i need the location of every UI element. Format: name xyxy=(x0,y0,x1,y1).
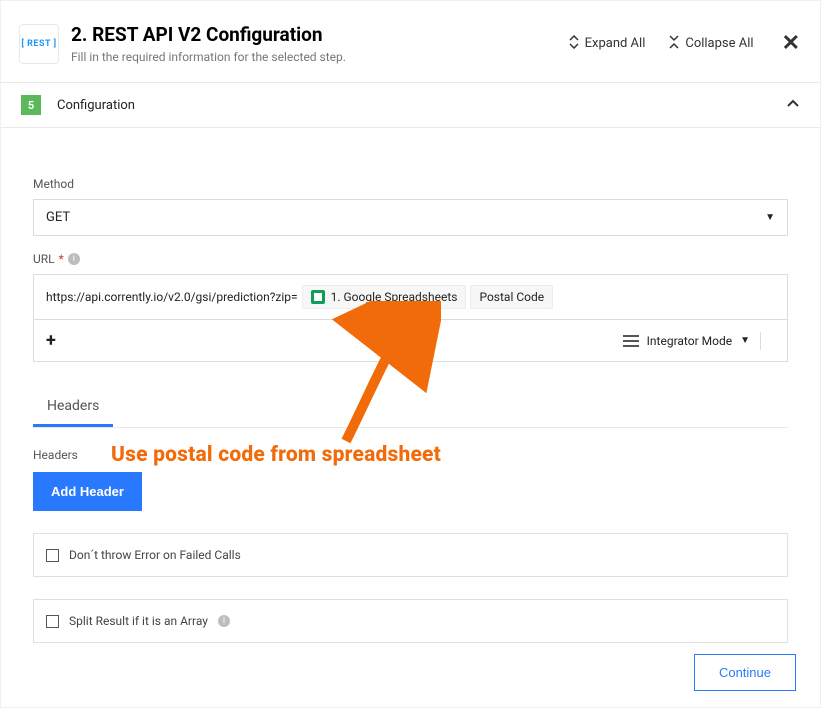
method-value: GET xyxy=(46,210,70,225)
panel-header: [ REST ] 2. REST API V2 Configuration Fi… xyxy=(1,1,820,83)
option-no-throw[interactable]: Don´t throw Error on Failed Calls xyxy=(33,533,788,577)
google-sheets-icon xyxy=(311,290,325,304)
method-label: Method xyxy=(33,177,788,191)
step-number-badge: 5 xyxy=(21,95,41,115)
chevron-up-icon[interactable] xyxy=(786,97,800,113)
checkbox-icon[interactable] xyxy=(46,549,59,562)
footer: Continue xyxy=(694,654,796,691)
option-split-array[interactable]: Split Result if it is an Array i xyxy=(33,599,788,643)
preview-button[interactable] xyxy=(760,332,775,350)
tab-headers[interactable]: Headers xyxy=(33,388,113,427)
option-split-array-label: Split Result if it is an Array xyxy=(69,614,208,628)
expand-icon xyxy=(569,35,579,53)
expand-all-button[interactable]: Expand All xyxy=(569,35,646,53)
header-titles: 2. REST API V2 Configuration Fill in the… xyxy=(71,23,569,64)
collapse-all-label: Collapse All xyxy=(685,36,753,51)
option-no-throw-label: Don´t throw Error on Failed Calls xyxy=(69,548,241,562)
section-header[interactable]: 5 Configuration xyxy=(1,83,820,128)
caret-down-icon: ▼ xyxy=(740,335,750,346)
url-text-value: https://api.corrently.io/v2.0/gsi/predic… xyxy=(46,290,298,304)
headers-label: Headers xyxy=(33,448,788,462)
url-label: URL* i xyxy=(33,252,788,266)
header-actions: Expand All Collapse All ✕ xyxy=(569,31,800,56)
section-title: Configuration xyxy=(57,98,786,113)
collapse-all-button[interactable]: Collapse All xyxy=(669,35,753,53)
url-tabs: Headers xyxy=(33,388,788,428)
checkbox-icon[interactable] xyxy=(46,615,59,628)
info-icon[interactable]: i xyxy=(218,615,230,627)
caret-down-icon: ▼ xyxy=(765,212,775,223)
mode-selector[interactable]: Integrator Mode ▼ xyxy=(623,334,750,348)
variable-chip-sheets[interactable]: 1. Google Spreadsheets xyxy=(302,285,467,309)
close-icon[interactable]: ✕ xyxy=(782,31,800,56)
method-select[interactable]: GET ▼ xyxy=(33,199,788,236)
url-toolbar: + Integrator Mode ▼ xyxy=(34,319,787,361)
url-field[interactable]: https://api.corrently.io/v2.0/gsi/predic… xyxy=(33,274,788,362)
add-header-button[interactable]: Add Header xyxy=(33,472,142,511)
page-subtitle: Fill in the required information for the… xyxy=(71,50,569,64)
collapse-icon xyxy=(669,35,679,53)
expand-all-label: Expand All xyxy=(585,36,646,51)
form-area[interactable]: Method GET ▼ URL* i https://api.correntl… xyxy=(1,151,820,707)
required-mark: * xyxy=(59,252,64,266)
variable-chip-field[interactable]: Postal Code xyxy=(470,285,553,309)
mode-label: Integrator Mode xyxy=(647,334,732,348)
continue-button[interactable]: Continue xyxy=(694,654,796,691)
rest-api-icon: [ REST ] xyxy=(19,24,59,64)
page-title: 2. REST API V2 Configuration xyxy=(71,23,569,46)
url-input-row[interactable]: https://api.corrently.io/v2.0/gsi/predic… xyxy=(34,275,787,319)
variable-chip-field-label: Postal Code xyxy=(479,290,544,304)
integrator-mode-icon xyxy=(623,335,639,347)
add-variable-button[interactable]: + xyxy=(46,330,56,351)
info-icon[interactable]: i xyxy=(68,253,80,265)
variable-chip-source-label: 1. Google Spreadsheets xyxy=(331,290,458,304)
